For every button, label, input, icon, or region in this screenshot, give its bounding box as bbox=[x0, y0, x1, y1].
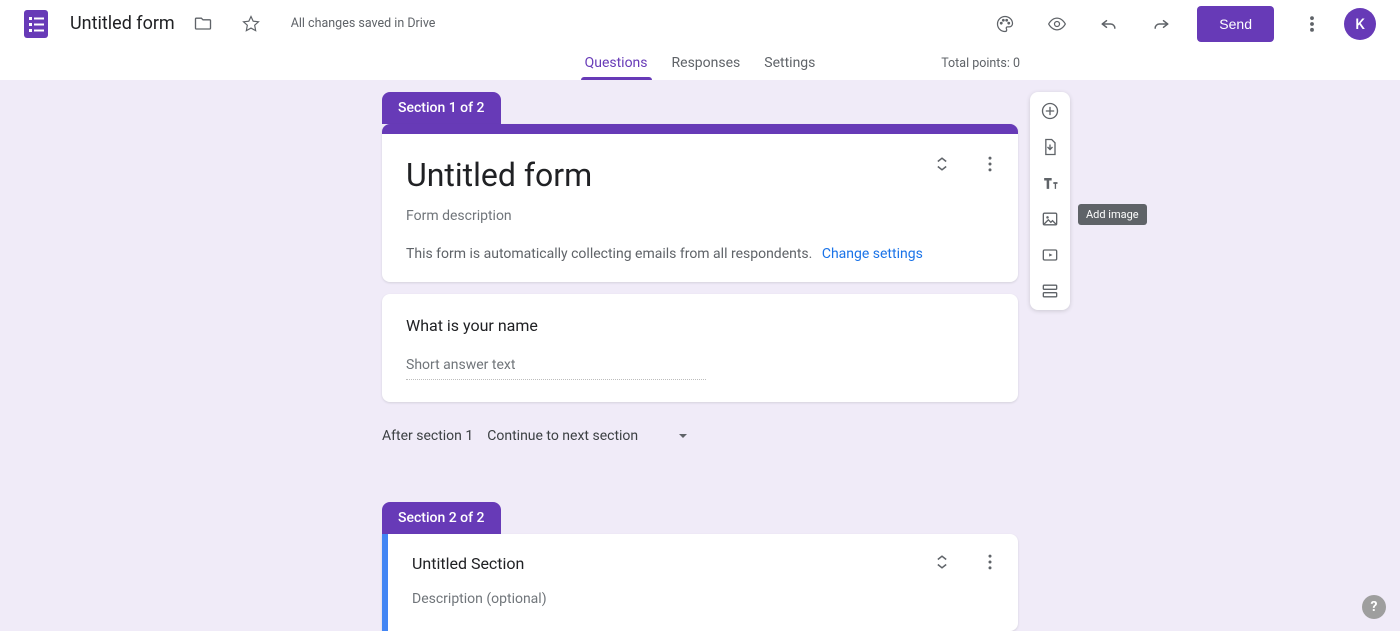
help-button[interactable]: ? bbox=[1362, 595, 1386, 619]
section-2-title-card[interactable]: Untitled Section Description (optional) bbox=[382, 534, 1018, 631]
preview-icon[interactable] bbox=[1037, 4, 1077, 44]
form-title-input[interactable]: Untitled form bbox=[406, 156, 994, 194]
add-video-icon[interactable] bbox=[1030, 242, 1070, 268]
add-question-icon[interactable] bbox=[1030, 98, 1070, 124]
after-section-row: After section 1 Continue to next section bbox=[382, 422, 1018, 450]
section-2-title[interactable]: Untitled Section bbox=[412, 554, 994, 573]
star-icon[interactable] bbox=[231, 4, 271, 44]
tab-settings[interactable]: Settings bbox=[752, 47, 827, 79]
change-settings-link[interactable]: Change settings bbox=[822, 246, 923, 262]
section-more-icon[interactable] bbox=[978, 550, 1002, 574]
collapse-section-icon[interactable] bbox=[930, 550, 954, 574]
short-answer-placeholder: Short answer text bbox=[406, 357, 706, 380]
form-title-card[interactable]: Untitled form Form description This form… bbox=[382, 124, 1018, 282]
header-bar: Untitled form All changes saved in Drive… bbox=[0, 0, 1400, 80]
form-canvas: Section 1 of 2 Untitled form Form descri… bbox=[382, 92, 1018, 631]
add-image-icon[interactable] bbox=[1030, 206, 1070, 232]
after-section-label: After section 1 bbox=[382, 428, 473, 444]
total-points-label: Total points: 0 bbox=[941, 56, 1020, 71]
import-questions-icon[interactable] bbox=[1030, 134, 1070, 160]
forms-app-logo[interactable] bbox=[16, 4, 56, 44]
section-2-wrap: Section 2 of 2 Untitled Section Descript… bbox=[382, 502, 1018, 631]
email-collect-text: This form is automatically collecting em… bbox=[406, 246, 812, 262]
document-title[interactable]: Untitled form bbox=[70, 13, 175, 34]
title-card-actions bbox=[930, 152, 1002, 176]
floating-toolbar bbox=[1030, 92, 1070, 310]
tab-row: Questions Responses Settings Total point… bbox=[0, 47, 1400, 79]
email-collect-info: This form is automatically collecting em… bbox=[406, 246, 994, 262]
section2-card-actions bbox=[930, 550, 1002, 574]
more-options-icon[interactable] bbox=[1292, 4, 1332, 44]
section-1-badge: Section 1 of 2 bbox=[382, 92, 501, 124]
redo-icon[interactable] bbox=[1141, 4, 1181, 44]
add-section-icon[interactable] bbox=[1030, 278, 1070, 304]
tab-questions[interactable]: Questions bbox=[573, 47, 660, 79]
question-title[interactable]: What is your name bbox=[406, 316, 994, 335]
header-right-actions: Send K bbox=[977, 4, 1384, 44]
move-to-folder-icon[interactable] bbox=[183, 4, 223, 44]
account-avatar[interactable]: K bbox=[1344, 8, 1376, 40]
send-button[interactable]: Send bbox=[1197, 6, 1274, 42]
form-canvas-area: Section 1 of 2 Untitled form Form descri… bbox=[0, 80, 1400, 631]
section-2-description[interactable]: Description (optional) bbox=[412, 591, 994, 607]
add-image-tooltip: Add image bbox=[1078, 204, 1147, 225]
after-section-value: Continue to next section bbox=[487, 428, 638, 444]
question-card-1[interactable]: What is your name Short answer text bbox=[382, 294, 1018, 402]
after-section-select[interactable]: Continue to next section bbox=[487, 422, 688, 450]
tab-responses[interactable]: Responses bbox=[660, 47, 753, 79]
add-title-icon[interactable] bbox=[1030, 170, 1070, 196]
section-more-icon[interactable] bbox=[978, 152, 1002, 176]
save-status-text: All changes saved in Drive bbox=[291, 16, 436, 31]
customize-theme-icon[interactable] bbox=[985, 4, 1025, 44]
chevron-down-icon bbox=[678, 431, 688, 441]
undo-icon[interactable] bbox=[1089, 4, 1129, 44]
collapse-section-icon[interactable] bbox=[930, 152, 954, 176]
form-description-input[interactable]: Form description bbox=[406, 208, 994, 224]
section-2-badge: Section 2 of 2 bbox=[382, 502, 501, 534]
header-top-row: Untitled form All changes saved in Drive… bbox=[0, 0, 1400, 47]
